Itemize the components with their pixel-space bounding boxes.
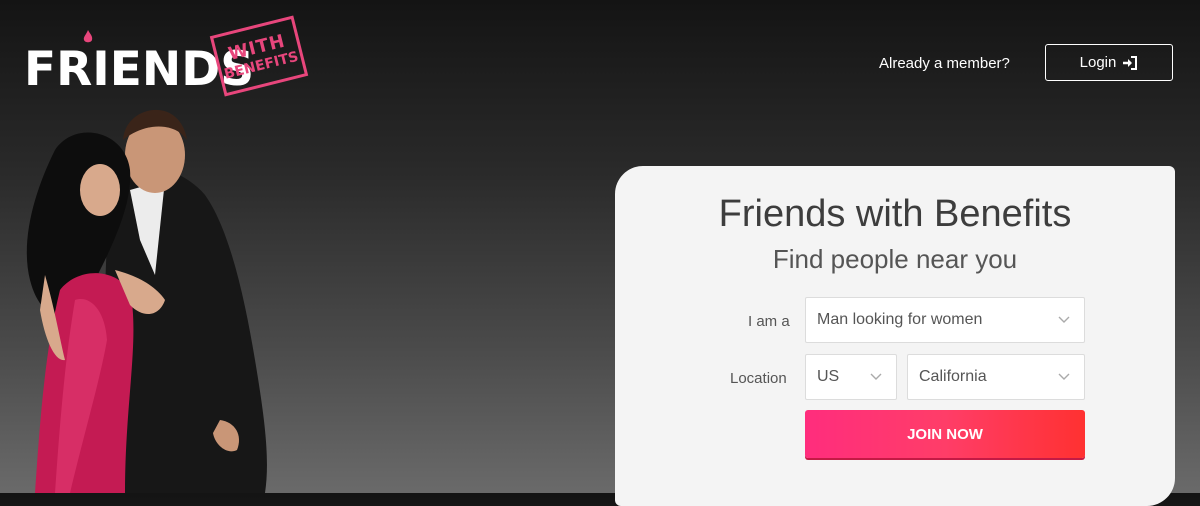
- country-select-value: US: [817, 368, 840, 385]
- join-now-label: JOIN NOW: [907, 425, 983, 443]
- sign-in-icon: [1123, 55, 1138, 70]
- i-am-label: I am a: [748, 313, 790, 330]
- logo-stamp: WITH BENEFITS: [209, 15, 309, 97]
- join-now-button[interactable]: JOIN NOW: [805, 410, 1085, 458]
- location-label: Location: [730, 370, 787, 387]
- chevron-down-icon: [870, 373, 882, 380]
- panel-title: Friends with Benefits: [718, 193, 1072, 235]
- country-select[interactable]: US: [805, 354, 897, 400]
- signup-panel: Friends with Benefits Find people near y…: [615, 166, 1175, 506]
- chevron-down-icon: [1058, 373, 1070, 380]
- login-button[interactable]: Login: [1045, 44, 1173, 81]
- login-label: Login: [1079, 54, 1117, 71]
- couple-photo: [26, 109, 267, 493]
- region-select-value: California: [919, 368, 987, 385]
- site-logo[interactable]: FRIENDS WITH BENEFITS: [24, 15, 309, 102]
- gender-select-value: Man looking for women: [817, 311, 983, 328]
- already-member-text: Already a member?: [879, 55, 1010, 72]
- gender-select[interactable]: Man looking for women: [805, 297, 1085, 343]
- panel-subtitle: Find people near you: [772, 244, 1018, 274]
- chevron-down-icon: [1058, 316, 1070, 323]
- region-select[interactable]: California: [907, 354, 1085, 400]
